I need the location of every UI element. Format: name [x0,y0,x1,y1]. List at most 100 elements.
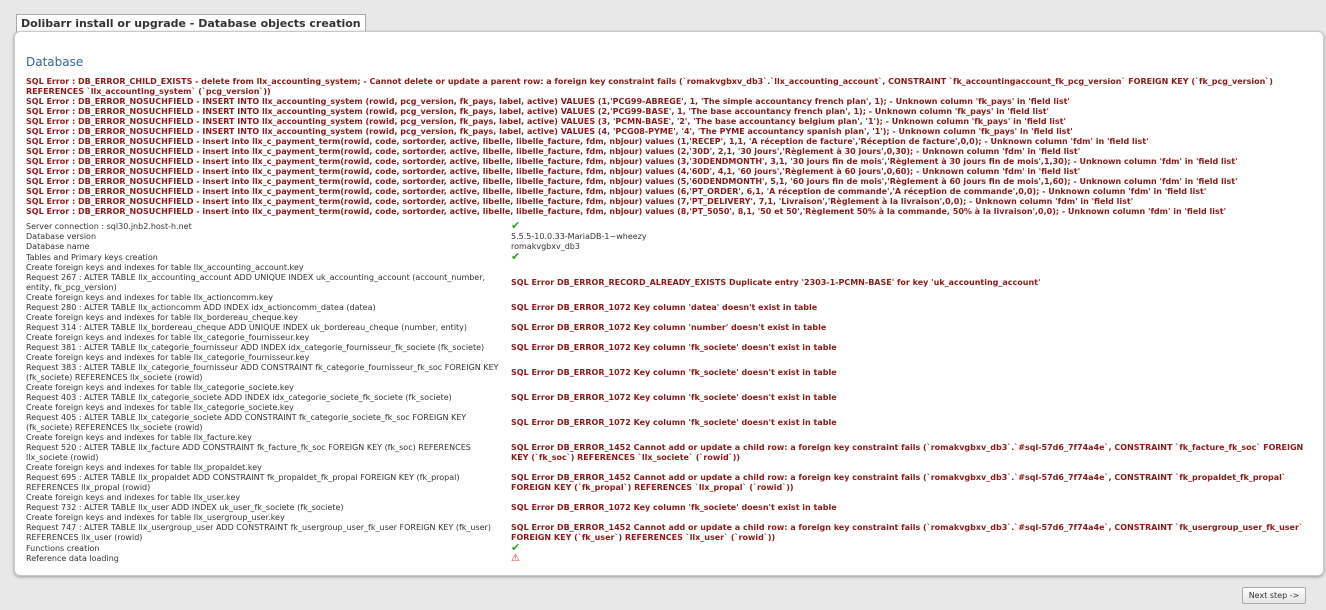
log-row: Create foreign keys and indexes for tabl… [26,433,1316,443]
log-row-label: Create foreign keys and indexes for tabl… [26,333,310,342]
log-row: Create foreign keys and indexes for tabl… [26,383,1316,393]
log-row-label: Server connection : sql30.jnb2.host-h.ne… [26,221,192,231]
log-row-value: 5.5.5-10.0.33-MariaDB-1~wheezy [511,232,647,241]
log-row-result: ✔ [511,250,1316,263]
log-row-result: SQL Error DB_ERROR_1072 Key column 'fk_s… [511,343,1316,353]
log-row-label: Request 381 : ALTER TABLE llx_categorie_… [26,343,485,352]
log-row: Request 520 : ALTER TABLE llx_facture AD… [26,443,1316,463]
log-row-label: Create foreign keys and indexes for tabl… [26,293,273,302]
log-row: Create foreign keys and indexes for tabl… [26,333,1316,343]
log-row-label: Reference data loading [26,554,119,563]
log-row-result: SQL Error DB_ERROR_1072 Key column 'fk_s… [511,418,1316,428]
log-row-result: SQL Error DB_ERROR_RECORD_ALREADY_EXISTS… [511,278,1316,288]
log-row: Create foreign keys and indexes for tabl… [26,403,1316,413]
log-row: Request 280 : ALTER TABLE llx_actioncomm… [26,303,1316,313]
log-row-label: Request 383 : ALTER TABLE llx_categorie_… [26,363,499,382]
log-row-label: Database version [26,232,97,241]
log-row-label: Request 405 : ALTER TABLE llx_categorie_… [26,413,467,432]
log-row-error: SQL Error DB_ERROR_RECORD_ALREADY_EXISTS… [511,278,1041,287]
log-row-result: romakvgbxv_db3 [511,242,1316,252]
log-row-error: SQL Error DB_ERROR_1072 Key column 'date… [511,303,818,312]
log-row-label: Create foreign keys and indexes for tabl… [26,383,294,392]
log-row: Request 383 : ALTER TABLE llx_categorie_… [26,363,1316,383]
log-row-error: SQL Error DB_ERROR_1072 Key column 'numb… [511,323,827,332]
sql-error-line: SQL Error : DB_ERROR_NOSUCHFIELD - inser… [26,197,1134,206]
main-panel: Database SQL Error : DB_ERROR_CHILD_EXIS… [14,31,1324,576]
log-row-error: SQL Error DB_ERROR_1072 Key column 'fk_s… [511,343,837,352]
sql-error-line: SQL Error : DB_ERROR_NOSUCHFIELD - inser… [26,167,1081,176]
log-row: Database name romakvgbxv_db3 [26,242,1316,252]
log-row: Tables and Primary keys creation ✔ [26,250,1316,263]
warning-icon: ⚠ [511,553,520,564]
log-row: Database version 5.5.5-10.0.33-MariaDB-1~… [26,232,1316,242]
sql-error-list: SQL Error : DB_ERROR_CHILD_EXISTS - dele… [26,77,1316,217]
log-row: Request 314 : ALTER TABLE llx_bordereau_… [26,323,1316,333]
sql-error-line: SQL Error : DB_ERROR_NOSUCHFIELD - inser… [26,137,1149,146]
log-row: Create foreign keys and indexes for tabl… [26,353,1316,363]
log-row-error: SQL Error DB_ERROR_1072 Key column 'fk_s… [511,368,837,377]
log-row-result: SQL Error DB_ERROR_1072 Key column 'fk_s… [511,503,1316,513]
log-row-label: Tables and Primary keys creation [26,252,158,262]
log-row-label: Create foreign keys and indexes for tabl… [26,513,285,522]
log-row: Request 405 : ALTER TABLE llx_categorie_… [26,413,1316,433]
section-heading: Database [26,55,84,69]
log-row: Create foreign keys and indexes for tabl… [26,293,1316,303]
sql-error-line: SQL Error : DB_ERROR_NOSUCHFIELD - INSER… [26,127,1073,136]
log-row-result: SQL Error DB_ERROR_1072 Key column 'date… [511,303,1316,313]
log-row-result: 5.5.5-10.0.33-MariaDB-1~wheezy [511,232,1316,242]
sql-error-line: SQL Error : DB_ERROR_NOSUCHFIELD - inser… [26,177,1238,186]
log-row-label: Database name [26,242,90,251]
sql-error-line: SQL Error : DB_ERROR_CHILD_EXISTS - dele… [26,77,1273,96]
log-row: Request 403 : ALTER TABLE llx_categorie_… [26,393,1316,403]
log-row-result: SQL Error DB_ERROR_1072 Key column 'fk_s… [511,368,1316,378]
log-row-label: Create foreign keys and indexes for tabl… [26,313,299,322]
log-row-error: SQL Error DB_ERROR_1452 Cannot add or up… [511,443,1304,462]
log-row-error: SQL Error DB_ERROR_1452 Cannot add or up… [511,473,1286,492]
log-row-error: SQL Error DB_ERROR_1072 Key column 'fk_s… [511,503,837,512]
log-row-label: Create foreign keys and indexes for tabl… [26,403,294,412]
sql-error-line: SQL Error : DB_ERROR_NOSUCHFIELD - INSER… [26,117,1066,126]
sql-error-line: SQL Error : DB_ERROR_NOSUCHFIELD - INSER… [26,97,1070,106]
log-row: Functions creation ✔ [26,542,1316,554]
log-row-label: Request 267 : ALTER TABLE llx_accounting… [26,273,486,292]
log-row-label: Request 732 : ALTER TABLE llx_user ADD I… [26,503,344,512]
log-row-label: Create foreign keys and indexes for tabl… [26,463,262,472]
log-row-result: SQL Error DB_ERROR_1452 Cannot add or up… [511,523,1316,543]
log-row-label: Request 280 : ALTER TABLE llx_actioncomm… [26,303,376,312]
log-row: Request 695 : ALTER TABLE llx_propaldet … [26,473,1316,493]
log-row-error: SQL Error DB_ERROR_1072 Key column 'fk_s… [511,393,837,402]
log-row-result: ✔ [511,219,1316,232]
check-icon: ✔ [511,219,521,232]
log-row: Reference data loading ⚠ [26,554,1316,564]
check-icon: ✔ [511,250,521,263]
log-row-error: SQL Error DB_ERROR_1072 Key column 'fk_s… [511,418,837,427]
log-row-value: romakvgbxv_db3 [511,242,580,251]
log-row: Create foreign keys and indexes for tabl… [26,263,1316,273]
log-row-label: Create foreign keys and indexes for tabl… [26,263,304,272]
log-row-result: SQL Error DB_ERROR_1452 Cannot add or up… [511,443,1316,463]
log-row: Create foreign keys and indexes for tabl… [26,313,1316,323]
next-step-button[interactable]: Next step -> [1242,587,1306,604]
log-row-result: SQL Error DB_ERROR_1452 Cannot add or up… [511,473,1316,493]
log-row: Server connection : sql30.jnb2.host-h.ne… [26,219,1316,232]
log-row-label: Functions creation [26,543,100,553]
sql-error-line: SQL Error : DB_ERROR_NOSUCHFIELD - inser… [26,187,1207,196]
log-row: Request 267 : ALTER TABLE llx_accounting… [26,273,1316,293]
log-row-label: Create foreign keys and indexes for tabl… [26,353,310,362]
log-row: Request 381 : ALTER TABLE llx_categorie_… [26,343,1316,353]
log-row-result: ⚠ [511,554,1316,564]
log-row: Create foreign keys and indexes for tabl… [26,463,1316,473]
log-row-result: SQL Error DB_ERROR_1072 Key column 'fk_s… [511,393,1316,403]
log-row: Request 732 : ALTER TABLE llx_user ADD I… [26,503,1316,513]
log-row-error: SQL Error DB_ERROR_1452 Cannot add or up… [511,523,1303,542]
log-row-label: Request 403 : ALTER TABLE llx_categorie_… [26,393,452,402]
sql-error-line: SQL Error : DB_ERROR_NOSUCHFIELD - inser… [26,147,1081,156]
log-row-label: Request 520 : ALTER TABLE llx_facture AD… [26,443,471,462]
log-row-result: ✔ [511,542,1316,554]
log-row-label: Request 695 : ALTER TABLE llx_propaldet … [26,473,460,492]
log-row: Request 747 : ALTER TABLE llx_usergroup_… [26,523,1316,543]
sql-error-line: SQL Error : DB_ERROR_NOSUCHFIELD - INSER… [26,107,1049,116]
log-row-label: Request 314 : ALTER TABLE llx_bordereau_… [26,323,468,332]
log-row: Create foreign keys and indexes for tabl… [26,493,1316,503]
log-row: Create foreign keys and indexes for tabl… [26,513,1316,523]
